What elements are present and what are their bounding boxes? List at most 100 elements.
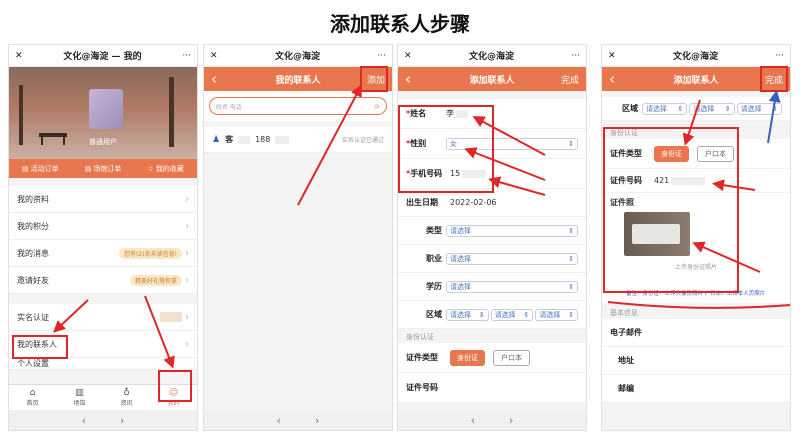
area-select-3[interactable]: 请选择 ⇕ <box>535 308 579 321</box>
search-icon[interactable]: ⌕ <box>374 101 380 112</box>
app-title: 文化@海淀 <box>468 52 514 62</box>
bottom-tabbar: ⌂ 首页 ▥ 场馆 ♁ 资讯 ☺ 我的 <box>9 384 197 410</box>
menu-invite-friends[interactable]: 邀请好友 精美好礼等你拿 › <box>9 267 197 294</box>
more-icon[interactable]: ··· <box>775 51 784 61</box>
hukou-option[interactable]: 户口本 <box>493 349 530 366</box>
forward-arrow-icon[interactable]: › <box>315 414 319 427</box>
area-select-1[interactable]: 请选择 ⇕ <box>642 102 688 115</box>
id-number-field[interactable]: 证件号码 421 <box>602 169 790 193</box>
title-bar: ✕ 文化@海淀 ··· <box>204 45 392 67</box>
chevron-updown-icon: ⇕ <box>568 282 574 291</box>
status-badge: 实名认证已通过 <box>341 137 384 144</box>
area-select-1[interactable]: 请选择 ⇕ <box>446 308 489 321</box>
back-arrow-icon[interactable]: ‹ <box>277 414 281 427</box>
tab-activity-orders[interactable]: ▤ 活动订单 <box>9 159 72 178</box>
contact-item[interactable]: ♟ 客 188 实名认证已通过 <box>204 127 392 153</box>
app-title: 文化@海淀 <box>672 52 718 62</box>
tab-venue-orders[interactable]: ▤ 场馆订单 <box>72 159 135 178</box>
search-box[interactable]: 姓名 电话 ⌕ <box>209 97 387 115</box>
section-id-auth: 身份认证 <box>602 125 790 139</box>
chevron-right-icon: › <box>185 220 189 232</box>
id-card-option[interactable]: 身份证 <box>654 145 689 162</box>
more-icon[interactable]: ··· <box>377 51 386 61</box>
type-select[interactable]: 请选择 ⇕ <box>446 224 578 237</box>
menu-my-messages[interactable]: 我的消息 您有(2)条未读信息! › <box>9 240 197 267</box>
close-icon[interactable]: ✕ <box>404 51 412 61</box>
close-icon[interactable]: ✕ <box>608 51 616 61</box>
star-icon: ☆ <box>147 164 154 173</box>
chevron-right-icon: › <box>185 311 189 323</box>
gender-select[interactable]: 女 ⇕ <box>446 137 578 150</box>
area-select-2[interactable]: 请选择 ⇕ <box>490 308 534 321</box>
job-field[interactable]: 职业 请选择 ⇕ <box>398 245 586 273</box>
gender-field[interactable]: *性别女 ⇕ <box>398 129 586 159</box>
search-input[interactable]: 姓名 电话 <box>216 102 242 111</box>
message-badge: 您有(2)条未读信息! <box>119 247 182 259</box>
chevron-right-icon: › <box>185 338 189 350</box>
menu-my-points[interactable]: 我的积分 › <box>9 213 197 240</box>
name-field[interactable]: *姓名李 <box>398 99 586 129</box>
menu-extra[interactable]: 个人设置 <box>9 358 197 370</box>
area-select-3[interactable]: 请选择 ⇕ <box>736 102 782 115</box>
more-icon[interactable]: ··· <box>182 51 191 61</box>
done-button[interactable]: 完成 <box>561 73 579 86</box>
browser-nav: ‹ › <box>9 410 197 430</box>
add-button[interactable]: 添加 <box>367 73 385 86</box>
chevron-right-icon: › <box>185 274 189 286</box>
blurred-value <box>160 312 182 322</box>
hukou-option[interactable]: 户口本 <box>697 145 734 162</box>
avatar[interactable] <box>89 89 123 129</box>
close-icon[interactable]: ✕ <box>210 51 218 61</box>
title-bar: ✕ 文化@海淀 ··· <box>602 45 790 67</box>
id-type-field: 证件类型 身份证 户口本 <box>398 343 586 373</box>
id-number-field[interactable]: 证件号码 <box>398 373 586 403</box>
back-arrow-icon[interactable]: ‹ <box>471 414 475 427</box>
photo-label: 证件照 <box>610 198 634 207</box>
note-text: 备注：身份证：上传头像页照片 户口本：上传本人页照片 <box>602 285 790 303</box>
back-icon[interactable]: ‹ <box>609 71 615 87</box>
section-basic-info: 基本信息 <box>602 305 790 319</box>
more-icon[interactable]: ··· <box>571 51 580 61</box>
back-arrow-icon[interactable]: ‹ <box>82 414 86 427</box>
back-icon[interactable]: ‹ <box>405 71 411 87</box>
area-field[interactable]: 区域 请选择 ⇕ 请选择 ⇕ 请选择 ⇕ <box>398 301 586 329</box>
area-select-2[interactable]: 请选择 ⇕ <box>689 102 735 115</box>
tab-mine[interactable]: ☺ 我的 <box>150 385 197 410</box>
header-bar: ‹ 添加联系人 完成 <box>398 67 586 91</box>
done-button[interactable]: 完成 <box>765 73 783 86</box>
smiley-icon: ☺ <box>168 388 179 398</box>
app-title: 文化@海淀 <box>274 52 320 62</box>
chevron-updown-icon: ⇕ <box>568 254 574 263</box>
header-title: 我的联系人 <box>275 75 321 86</box>
forward-arrow-icon[interactable]: › <box>120 414 124 427</box>
id-card-option[interactable]: 身份证 <box>450 349 485 366</box>
forward-arrow-icon[interactable]: › <box>509 414 513 427</box>
close-icon[interactable]: ✕ <box>15 51 23 61</box>
menu-realname-auth[interactable]: 实名认证 › <box>9 304 197 331</box>
education-field[interactable]: 学历 请选择 ⇕ <box>398 273 586 301</box>
address-field[interactable]: 地址 <box>602 347 790 375</box>
menu-my-contacts[interactable]: 我的联系人 › <box>9 331 197 358</box>
page-title: 添加联系人步骤 <box>330 12 470 36</box>
area-field[interactable]: 区域 请选择 ⇕ 请选择 ⇕ 请选择 ⇕ <box>602 97 790 121</box>
job-select[interactable]: 请选择 ⇕ <box>446 252 578 265</box>
education-select[interactable]: 请选择 ⇕ <box>446 280 578 293</box>
birthdate-field[interactable]: 出生日期 2022-02-06 <box>398 189 586 217</box>
type-field[interactable]: 类型 请选择 ⇕ <box>398 217 586 245</box>
menu-my-profile[interactable]: 我的资料 › <box>9 186 197 213</box>
header-title: 添加联系人 <box>673 75 719 86</box>
tab-venues[interactable]: ▥ 场馆 <box>56 385 103 410</box>
venue-icon: ▥ <box>75 388 84 398</box>
email-field[interactable]: 电子邮件 <box>602 319 790 347</box>
postcode-field[interactable]: 邮编 <box>602 375 790 403</box>
tab-news[interactable]: ♁ 资讯 <box>103 385 150 410</box>
tab-home[interactable]: ⌂ 首页 <box>9 385 56 410</box>
back-icon[interactable]: ‹ <box>211 71 217 87</box>
tab-favorites[interactable]: ☆ 我的收藏 <box>134 159 197 178</box>
chevron-updown-icon: ⇕ <box>568 226 574 235</box>
id-photo-section: 证件照 上传身份证照片 <box>602 193 790 285</box>
phone-field[interactable]: *手机号码 15 <box>398 159 586 189</box>
chevron-right-icon: › <box>185 247 189 259</box>
blurred-value <box>456 109 468 118</box>
id-photo-thumbnail[interactable] <box>624 212 690 256</box>
